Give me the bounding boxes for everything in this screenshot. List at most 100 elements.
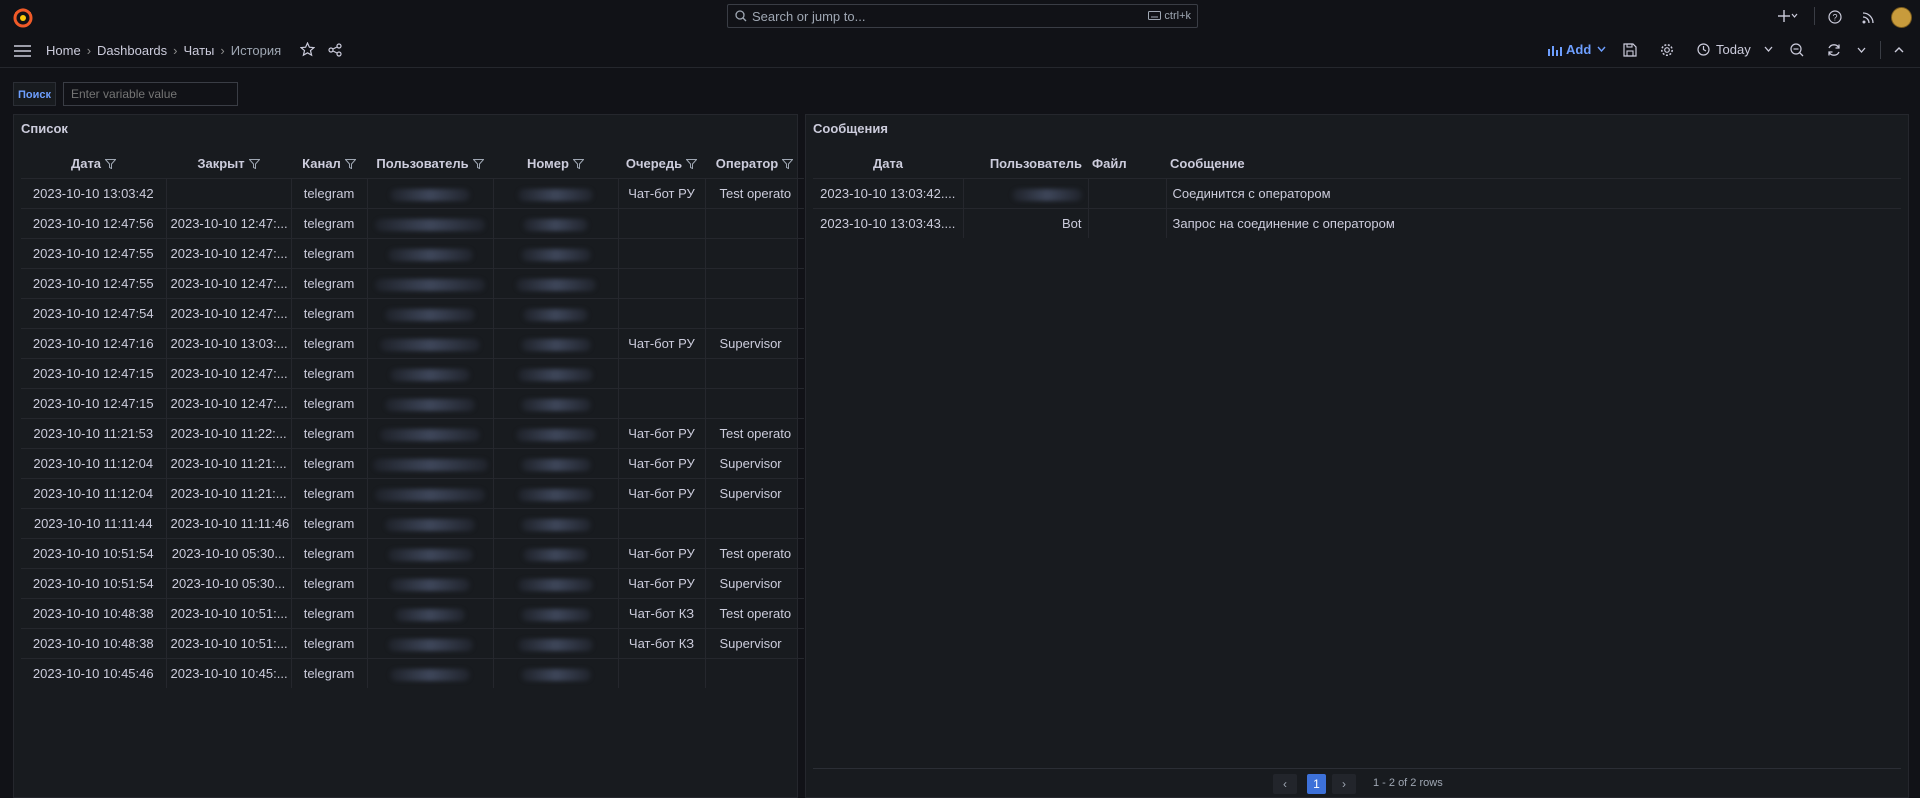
redacted-value <box>387 638 473 651</box>
table-cell <box>704 508 804 539</box>
prev-page-button[interactable]: ‹ <box>1273 774 1297 794</box>
redacted-value <box>380 338 480 351</box>
table-cell: 2023-10-10 12:47:55 <box>21 268 166 299</box>
table-cell: 2023-10-10 12:47:16 <box>21 328 166 359</box>
table-row[interactable]: 2023-10-10 11:12:04 2023-10-10 11:21:... t… <box>21 478 804 509</box>
breadcrumb-home[interactable]: Home <box>46 43 81 58</box>
column-header[interactable]: Дата <box>21 148 166 179</box>
time-range-picker[interactable]: Today <box>1697 42 1773 57</box>
table-row[interactable]: 2023-10-10 10:45:46 2023-10-10 10:45:... t… <box>21 658 804 688</box>
table-cell: 2023-10-10 11:11:46 <box>165 508 291 539</box>
table-cell: Test operato <box>704 178 804 209</box>
column-header-label: Канал <box>302 155 341 171</box>
current-page-button[interactable]: 1 <box>1307 774 1326 794</box>
table-cell: 2023-10-10 12:47:55 <box>21 238 166 269</box>
column-header[interactable]: Номер <box>493 148 618 179</box>
refresh-icon[interactable] <box>1827 43 1841 57</box>
table-cell: Чат-бот РУ <box>617 448 705 479</box>
breadcrumb-chevron-icon: › <box>220 43 225 58</box>
column-header[interactable]: Очередь <box>618 148 705 179</box>
next-page-button[interactable]: › <box>1332 774 1356 794</box>
chats-table: Дата Закрыт Канал Пользователь Номер Очередь О… <box>21 148 804 688</box>
table-cell: Чат-бот РУ <box>617 418 705 449</box>
table-row[interactable]: 2023-10-10 11:11:44 2023-10-10 11:11:46 te… <box>21 508 804 539</box>
table-row[interactable]: 2023-10-10 12:47:15 2023-10-10 12:47:... t… <box>21 388 804 419</box>
column-header[interactable]: Дата <box>813 148 963 179</box>
table-row[interactable]: 2023-10-10 12:47:56 2023-10-10 12:47:... t… <box>21 208 804 239</box>
table-cell: 2023-10-10 13:03:42.... <box>813 178 963 209</box>
column-header[interactable]: Пользователь <box>963 148 1088 179</box>
table-row[interactable]: 2023-10-10 11:21:53 2023-10-10 11:22:... t… <box>21 418 804 449</box>
table-row[interactable]: 2023-10-10 11:12:04 2023-10-10 11:21:... t… <box>21 448 804 479</box>
table-cell <box>366 358 493 389</box>
column-header[interactable]: Оператор <box>705 148 804 179</box>
table-row[interactable]: 2023-10-10 10:48:38 2023-10-10 10:51:... t… <box>21 598 804 629</box>
filter-icon[interactable] <box>782 158 794 169</box>
star-favorite-icon[interactable] <box>300 42 315 57</box>
variable-input[interactable] <box>63 82 238 106</box>
redacted-value <box>387 548 473 561</box>
column-header[interactable]: Пользователь <box>367 148 493 179</box>
add-button[interactable]: Add <box>1566 42 1606 57</box>
time-range-label: Today <box>1716 42 1751 57</box>
table-row[interactable]: 2023-10-10 12:47:55 2023-10-10 12:47:... t… <box>21 268 804 299</box>
save-dashboard-icon[interactable] <box>1623 43 1637 57</box>
table-row[interactable]: 2023-10-10 12:47:15 2023-10-10 12:47:... t… <box>21 358 804 389</box>
table-cell <box>492 358 618 389</box>
search-shortcut: ctrl+k <box>1148 10 1191 22</box>
redacted-value <box>1011 188 1082 201</box>
filter-icon[interactable] <box>472 158 484 169</box>
column-header[interactable]: Сообщение <box>1166 148 1901 179</box>
breadcrumb-dashboards[interactable]: Dashboards <box>97 43 167 58</box>
redacted-value <box>520 248 591 261</box>
table-cell: 2023-10-10 12:47:... <box>165 298 291 329</box>
pagination-summary: 1 - 2 of 2 rows <box>1373 777 1443 789</box>
search-bar[interactable]: Search or jump to... ctrl+k <box>727 4 1198 28</box>
breadcrumb-folder[interactable]: Чаты <box>183 43 214 58</box>
table-row[interactable]: 2023-10-10 12:47:16 2023-10-10 13:03:... t… <box>21 328 804 359</box>
table-cell: 2023-10-10 10:48:38 <box>21 628 166 659</box>
table-cell <box>1087 208 1166 238</box>
table-cell: Test operato <box>704 598 804 629</box>
redacted-value <box>520 338 591 351</box>
table-cell: 2023-10-10 12:47:15 <box>21 358 166 389</box>
table-row[interactable]: 2023-10-10 13:03:42 telegram Чат-бот РУ Tes… <box>21 178 804 209</box>
filter-icon[interactable] <box>572 158 584 169</box>
table-cell <box>962 178 1088 209</box>
menu-hamburger-icon[interactable] <box>14 45 31 57</box>
redacted-value <box>518 578 593 591</box>
grafana-logo-icon[interactable] <box>12 6 34 28</box>
table-row[interactable]: 2023-10-10 13:03:42.... Соединится с опер… <box>813 178 1901 209</box>
table-row[interactable]: 2023-10-10 10:48:38 2023-10-10 10:51:... t… <box>21 628 804 659</box>
table-cell <box>617 298 705 329</box>
table-cell <box>492 598 618 629</box>
table-row[interactable]: 2023-10-10 13:03:43.... Bot Запрос на соед… <box>813 208 1901 238</box>
zoom-out-icon[interactable] <box>1790 43 1804 57</box>
collapse-chevron-up-icon[interactable] <box>1894 47 1904 53</box>
user-avatar[interactable] <box>1891 7 1912 28</box>
news-rss-icon[interactable] <box>1862 11 1875 24</box>
table-cell <box>492 628 618 659</box>
new-plus-icon[interactable] <box>1778 7 1798 25</box>
help-icon[interactable]: ? <box>1828 10 1842 24</box>
table-row[interactable]: 2023-10-10 10:51:54 2023-10-10 05:30... te… <box>21 568 804 599</box>
table-row[interactable]: 2023-10-10 10:51:54 2023-10-10 05:30... te… <box>21 538 804 569</box>
table-row[interactable]: 2023-10-10 12:47:55 2023-10-10 12:47:... t… <box>21 238 804 269</box>
column-header-label: Дата <box>70 155 102 171</box>
table-cell: Test operato <box>704 418 804 449</box>
refresh-interval-chevron-icon[interactable] <box>1857 47 1866 53</box>
share-icon[interactable] <box>328 43 342 57</box>
add-panel-chart-icon[interactable] <box>1548 44 1562 56</box>
table-row[interactable]: 2023-10-10 12:47:54 2023-10-10 12:47:... t… <box>21 298 804 329</box>
filter-icon[interactable] <box>105 158 117 169</box>
breadcrumb-current: История <box>230 43 282 58</box>
column-header-label: Закрыт <box>197 155 245 171</box>
column-header[interactable]: Канал <box>291 148 367 179</box>
filter-icon[interactable] <box>248 158 260 169</box>
column-header[interactable]: Закрыт <box>166 148 291 179</box>
settings-gear-icon[interactable] <box>1660 43 1674 57</box>
filter-icon[interactable] <box>686 158 698 169</box>
filter-icon[interactable] <box>344 158 356 169</box>
table-cell: 2023-10-10 11:21:53 <box>21 418 166 449</box>
column-header[interactable]: Файл <box>1088 148 1166 179</box>
